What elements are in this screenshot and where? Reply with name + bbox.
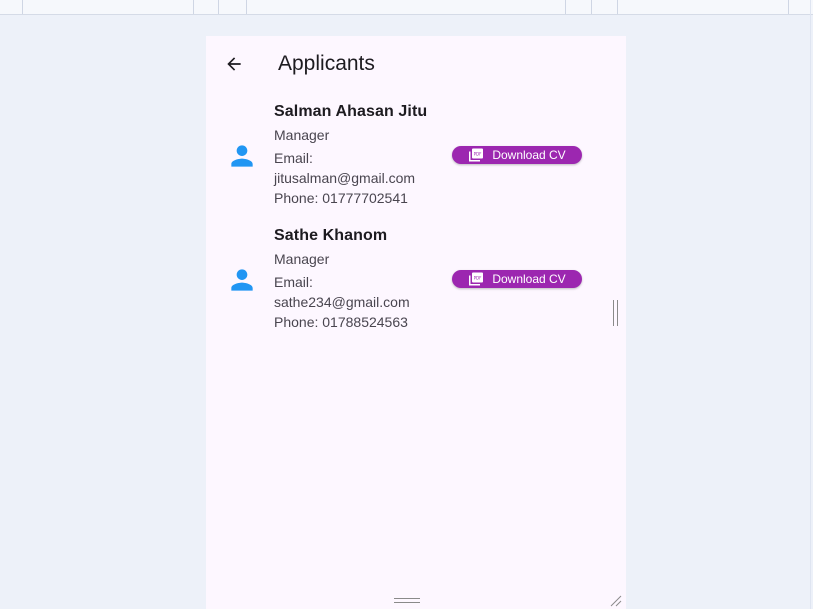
toolbar-divider [788,0,789,14]
app-bar: Applicants [206,36,626,92]
svg-text:PDF: PDF [474,276,482,281]
applicant-name: Salman Ahasan Jitu [274,103,428,120]
toolbar-divider [218,0,219,14]
pdf-icon: PDF [469,148,484,162]
bottom-drag-handle[interactable] [394,598,420,604]
devtools-toolbar [0,0,813,15]
applicant-info: Sathe Khanom Manager Email: sathe234@gma… [274,224,444,332]
window-edge [810,0,811,609]
download-cv-button[interactable]: PDF Download CV [452,146,582,164]
applicant-role: Manager [274,251,330,267]
applicant-email: sathe234@gmail.com [274,294,410,310]
download-cv-button[interactable]: PDF Download CV [452,270,582,288]
back-button[interactable] [220,50,248,78]
toolbar-divider [246,0,247,14]
list-item: Salman Ahasan Jitu Manager Email: jitusa… [206,96,626,220]
toolbar-divider [193,0,194,14]
side-drag-handle[interactable] [613,300,619,326]
toolbar-divider [565,0,566,14]
person-icon [231,269,253,291]
person-icon [231,145,253,167]
toolbar-divider [591,0,592,14]
resize-grip-icon[interactable] [610,595,622,607]
arrow-back-icon [227,57,241,71]
applicant-phone: Phone: 01777702541 [274,190,408,206]
toolbar-divider [617,0,618,14]
applicant-email: jitusalman@gmail.com [274,170,416,186]
applicant-phone: Phone: 01788524563 [274,314,408,330]
email-label: Email: [274,274,313,290]
toolbar-divider [22,0,23,14]
svg-text:PDF: PDF [474,152,482,157]
applicant-list: Salman Ahasan Jitu Manager Email: jitusa… [206,96,626,344]
applicant-role: Manager [274,127,330,143]
download-cv-label: Download CV [492,148,566,162]
page-title: Applicants [278,52,375,75]
applicant-name: Sathe Khanom [274,227,388,244]
email-label: Email: [274,150,313,166]
list-item: Sathe Khanom Manager Email: sathe234@gma… [206,220,626,344]
applicant-info: Salman Ahasan Jitu Manager Email: jitusa… [274,100,444,208]
download-cv-label: Download CV [492,272,566,286]
device-frame: Applicants Salman Ahasan Jitu Manager Em… [206,36,626,609]
pdf-icon: PDF [469,272,484,286]
